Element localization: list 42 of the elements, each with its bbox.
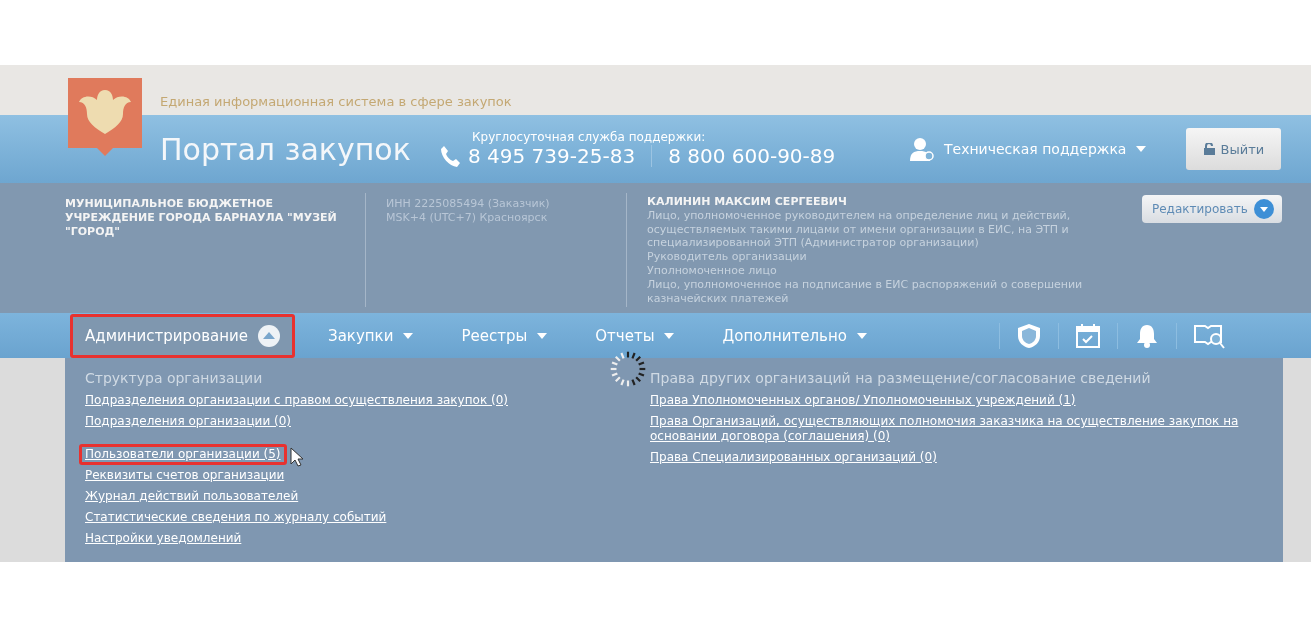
nav-menu-item[interactable]: Дополнительно [707,315,882,356]
support-menu[interactable]: Техническая поддержка [910,137,1147,161]
phone-number: 8 495 739-25-83 [468,144,636,168]
user-role: Уполномоченное лицо [647,264,778,278]
caret-icon [856,332,867,339]
tagline: Единая информационная система в сфере закупок [160,94,512,111]
logout-button[interactable]: Выйти [1186,128,1282,170]
nav-menu-item[interactable]: Отчеты [580,315,690,356]
collapse-icon [258,324,281,347]
phone-icon [440,145,460,167]
phone-number: 8 800 600-90-89 [668,144,836,168]
menu-link[interactable]: Реквизиты счетов организации [79,465,291,486]
nav-menu-item[interactable]: Реестры [446,315,563,356]
organization-name: МУНИЦИПАЛЬНОЕ БЮДЖЕТНОЕ УЧРЕЖДЕНИЕ ГОРОДА БАРНАУЛА "МУЗЕЙ "ГОРОД" [65,196,338,240]
chevron-down-icon [1253,199,1274,219]
user-role: Лицо, уполномоченное на подписание в ЕИС распоряжений о совершении казначейских платежей [647,277,1084,306]
menu-link[interactable]: Подразделения организации с правом осуществления закупок (0) [79,390,514,411]
lock-icon [1203,143,1215,155]
user-role: Руководитель организации [647,250,808,264]
section-heading: Права других организаций на размещение/согласование сведений [650,370,1152,386]
caret-icon [1136,146,1147,152]
caret-icon [664,332,675,339]
emblem-icon [68,78,142,158]
support-label: Круглосуточная служба поддержки: [472,130,707,144]
menu-link[interactable]: Подразделения организации (0) [79,411,297,432]
menu-link[interactable]: Статистические сведения по журналу событий [79,507,393,528]
nav-menu-item[interactable]: Администрирование [70,313,296,358]
menu-link[interactable]: Права Специализированных организаций (0) [644,447,943,468]
user-name: КАЛИНИН МАКСИМ СЕРГЕЕВИЧ [647,195,848,209]
caret-icon [403,332,414,339]
menu-link[interactable]: Настройки уведомлений [79,528,248,549]
cursor-icon [289,447,304,467]
caret-icon [537,332,548,339]
nav-menu-item[interactable]: Закупки [313,315,429,356]
user-role: Лицо, уполномоченное руководителем на определение лиц и действий, осуществляемых такими лицами от имени организации в ЕИС, на ЭТП и специализированной ЭТП (Администратор организации) [647,208,1072,251]
menu-link[interactable]: Права Уполномоченных органов/ Уполномоченных учреждений (1) [644,390,1082,411]
portal-title: Портал закупок [160,131,412,167]
menu-link[interactable]: Журнал действий пользователей [79,486,305,507]
menu-link[interactable]: Права Организаций, осуществляющих полномочия заказчика на осуществление закупок на основании договора (соглашения) (0) [644,411,1263,447]
loading-spinner-icon [610,351,646,387]
section-heading: Структура организации [85,370,264,386]
edit-button[interactable]: Редактировать [1142,195,1282,223]
